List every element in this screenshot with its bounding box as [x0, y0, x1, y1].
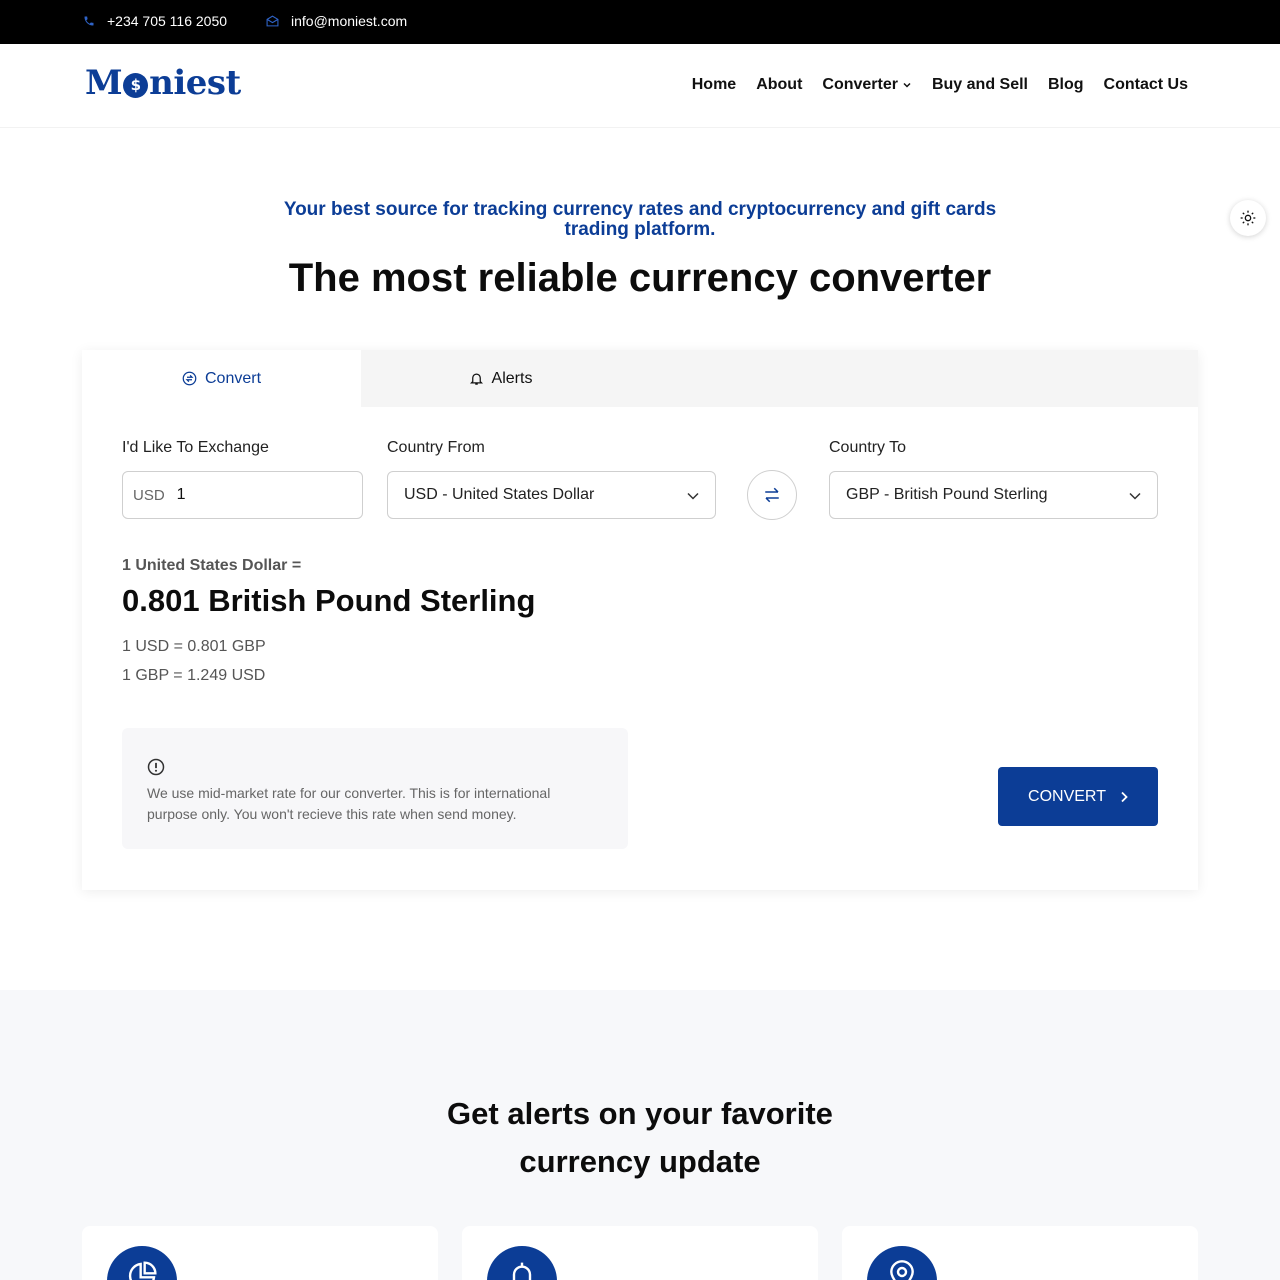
currency-prefix: USD: [133, 486, 165, 504]
theme-toggle-button[interactable]: [1230, 200, 1266, 236]
converter-tabs: Convert Alerts: [82, 350, 1198, 407]
coin-icon: $: [123, 72, 149, 98]
site-header: M $ niest Home About Converter Buy and Sel…: [0, 44, 1280, 128]
alerts-section: Get alerts on your favorite currency upd…: [0, 990, 1280, 1280]
nav-contact[interactable]: Contact Us: [1104, 76, 1188, 94]
main-nav: Home About Converter Buy and Sell Blog C…: [672, 76, 1188, 94]
feature-card: [462, 1226, 818, 1280]
rate-line-1: 1 USD = 0.801 GBP: [122, 638, 266, 655]
sun-icon: [1240, 210, 1256, 226]
info-icon: [147, 758, 165, 776]
country-to-select[interactable]: GBP - British Pound Sterling: [829, 471, 1158, 519]
chevron-down-icon: [1129, 492, 1141, 500]
feature-card: [82, 1226, 438, 1280]
email-contact[interactable]: info@moniest.com: [266, 13, 407, 29]
phone-icon: [84, 16, 94, 26]
notice-text: We use mid-market rate for our converter…: [147, 785, 551, 822]
nav-buy-sell[interactable]: Buy and Sell: [932, 76, 1028, 94]
amount-value[interactable]: 1: [177, 486, 186, 504]
swap-icon: [765, 487, 779, 503]
bell-icon: [469, 373, 483, 385]
converter-card: Convert Alerts I'd Like To Exchange USD …: [82, 350, 1198, 890]
convert-button-label: CONVERT: [1028, 787, 1106, 805]
tab-convert[interactable]: Convert: [82, 350, 361, 407]
logo-text-right: niest: [149, 63, 241, 103]
exchange-circle-icon: [182, 371, 197, 386]
nav-about[interactable]: About: [756, 76, 802, 94]
tab-convert-label: Convert: [204, 369, 262, 387]
nav-converter-label: Converter: [822, 76, 898, 93]
chevron-down-icon: [687, 492, 699, 500]
swap-currencies-button[interactable]: [747, 470, 797, 520]
nav-home[interactable]: Home: [692, 76, 736, 94]
country-from-label: Country From: [387, 439, 485, 456]
alerts-title-line-2: currency update: [519, 1144, 761, 1179]
chevron-down-icon: [903, 82, 911, 88]
result-value: 0.801 British Pound Sterling: [122, 583, 536, 618]
location-pin-icon: [867, 1246, 937, 1280]
email-address: info@moniest.com: [291, 13, 408, 29]
top-bar: +234 705 116 2050 info@moniest.com: [0, 0, 1280, 44]
hero-tagline: Your best source for tracking currency r…: [283, 199, 997, 240]
rate-notice: We use mid-market rate for our converter…: [122, 728, 628, 849]
phone-number: +234 705 116 2050: [107, 13, 228, 29]
country-to-label: Country To: [829, 439, 907, 456]
result-prefix: 1 United States Dollar =: [122, 557, 302, 574]
alerts-title-line-1: Get alerts on your favorite: [447, 1096, 833, 1131]
nav-blog[interactable]: Blog: [1048, 76, 1084, 94]
country-to-value: GBP - British Pound Sterling: [846, 486, 1048, 503]
pie-chart-icon: [107, 1246, 177, 1280]
mail-icon: [266, 15, 279, 27]
convert-button[interactable]: CONVERT: [998, 767, 1158, 826]
country-from-value: USD - United States Dollar: [404, 486, 595, 503]
logo-text-left: M: [85, 63, 123, 103]
country-from-select[interactable]: USD - United States Dollar: [387, 471, 716, 519]
nav-converter[interactable]: Converter: [822, 76, 912, 94]
bell-icon: [487, 1246, 557, 1280]
logo[interactable]: M $ niest: [85, 63, 241, 103]
chevron-right-icon: [1121, 791, 1128, 802]
amount-field[interactable]: USD 1: [122, 471, 363, 519]
feature-card: [842, 1226, 1198, 1280]
alerts-section-title: Get alerts on your favorite currency upd…: [340, 1090, 940, 1186]
rate-line-2: 1 GBP = 1.249 USD: [122, 667, 266, 684]
exchange-label: I'd Like To Exchange: [122, 439, 269, 456]
tab-alerts[interactable]: Alerts: [361, 350, 640, 407]
hero-title: The most reliable currency converter: [288, 256, 992, 300]
phone-contact[interactable]: +234 705 116 2050: [83, 13, 227, 29]
tab-alerts-label: Alerts: [491, 369, 533, 387]
